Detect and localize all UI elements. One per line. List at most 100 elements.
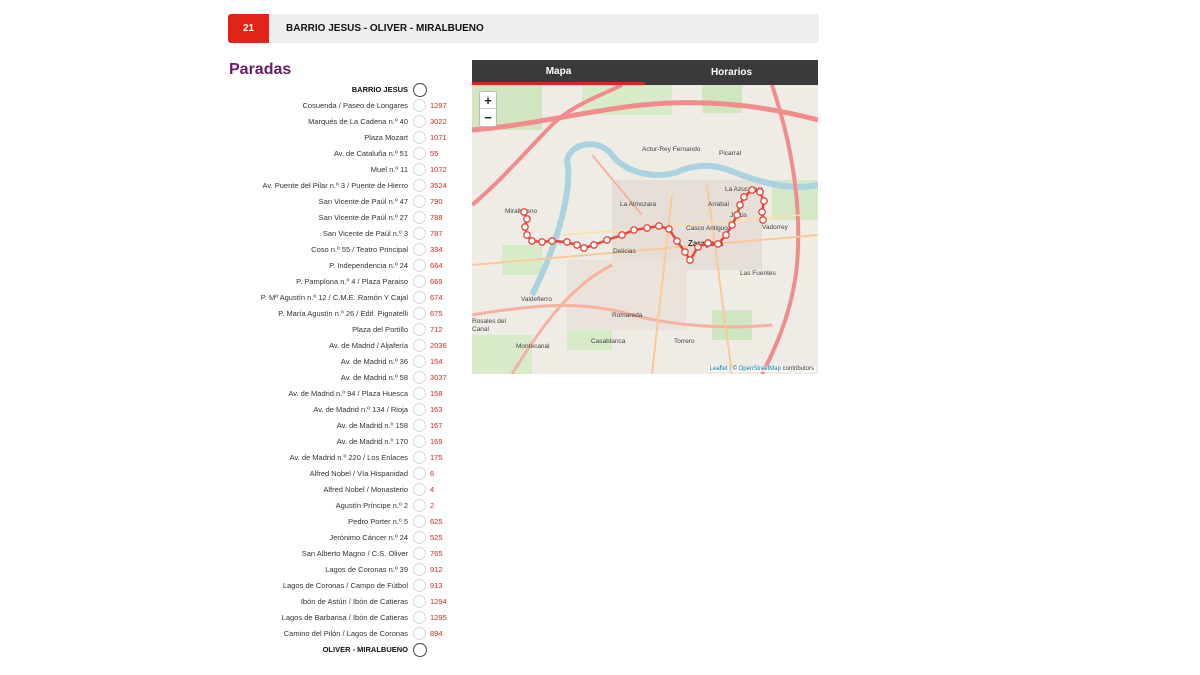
stop-circle-icon[interactable] — [413, 563, 426, 576]
route-stop-marker[interactable] — [756, 188, 764, 196]
stop-circle-icon[interactable] — [413, 275, 426, 288]
stop-row[interactable]: Av. de Madrid n.º 36 154 — [200, 354, 460, 370]
route-stop-marker[interactable] — [740, 193, 748, 201]
stop-circle-icon[interactable] — [413, 579, 426, 592]
route-stop-marker[interactable] — [523, 231, 531, 239]
stop-circle-icon[interactable] — [413, 451, 426, 464]
stop-row[interactable]: Ibón de Astún / Ibón de Catieras 1294 — [200, 594, 460, 610]
tab-schedules[interactable]: Horarios — [645, 60, 818, 85]
stop-row[interactable]: Alfred Nobel / Vía Hispanidad 6 — [200, 466, 460, 482]
route-stop-marker[interactable] — [548, 237, 556, 245]
leaflet-link[interactable]: Leaflet — [710, 366, 728, 372]
stop-row[interactable]: San Vicente de Paúl n.º 3 787 — [200, 226, 460, 242]
stop-circle-icon[interactable] — [413, 483, 426, 496]
route-stop-marker[interactable] — [528, 237, 536, 245]
stop-row[interactable]: Camino del Pilón / Lagos de Coronas 894 — [200, 626, 460, 642]
stop-row[interactable]: P. Mª Agustín n.º 12 / C.M.E. Ramón Y Ca… — [200, 290, 460, 306]
stop-row[interactable]: P. María Agustín n.º 26 / Edif. Pignatel… — [200, 306, 460, 322]
stop-row[interactable]: Av. Puente del Pilar n.º 3 / Puente de H… — [200, 178, 460, 194]
stop-circle-icon[interactable] — [413, 83, 427, 97]
stop-circle-icon[interactable] — [413, 115, 426, 128]
stop-circle-icon[interactable] — [413, 179, 426, 192]
route-stop-marker[interactable] — [760, 197, 768, 205]
osm-link[interactable]: OpenStreetMap — [739, 366, 781, 372]
stop-row[interactable]: Lagos de Coronas / Campo de Fútbol 913 — [200, 578, 460, 594]
stop-row[interactable]: Lagos de Coronas n.º 39 912 — [200, 562, 460, 578]
stop-row[interactable]: Av. de Madrid n.º 134 / Rioja 163 — [200, 402, 460, 418]
stop-circle-icon[interactable] — [413, 547, 426, 560]
stop-circle-icon[interactable] — [413, 243, 426, 256]
stop-circle-icon[interactable] — [413, 131, 426, 144]
stop-row[interactable]: San Vicente de Paúl n.º 27 788 — [200, 210, 460, 226]
stop-circle-icon[interactable] — [413, 595, 426, 608]
stop-circle-icon[interactable] — [413, 307, 426, 320]
route-stop-marker[interactable] — [520, 208, 528, 216]
stop-circle-icon[interactable] — [413, 211, 426, 224]
route-stop-marker[interactable] — [722, 231, 730, 239]
stop-circle-icon[interactable] — [413, 643, 427, 657]
route-stop-marker[interactable] — [733, 211, 741, 219]
stop-circle-icon[interactable] — [413, 259, 426, 272]
stop-row[interactable]: Av. de Madrid n.º 158 167 — [200, 418, 460, 434]
zoom-in-button[interactable]: + — [480, 92, 496, 109]
route-stop-marker[interactable] — [704, 239, 712, 247]
stop-circle-icon[interactable] — [413, 99, 426, 112]
stop-row[interactable]: Jerónimo Cáncer n.º 24 525 — [200, 530, 460, 546]
route-stop-marker[interactable] — [538, 238, 546, 246]
stop-circle-icon[interactable] — [413, 419, 426, 432]
route-stop-marker[interactable] — [673, 237, 681, 245]
stop-row[interactable]: San Alberto Magno / C.S. Oliver 765 — [200, 546, 460, 562]
stop-row[interactable]: Lagos de Barbarisa / Ibón de Catieras 129… — [200, 610, 460, 626]
route-stop-marker[interactable] — [643, 224, 651, 232]
stop-row[interactable]: Av. de Madrid / Aljafería 2036 — [200, 338, 460, 354]
stop-row[interactable]: Muel n.º 11 1072 — [200, 162, 460, 178]
route-stop-marker[interactable] — [728, 221, 736, 229]
stop-row[interactable]: Av. de Cataluña n.º 51 55 — [200, 146, 460, 162]
stop-row[interactable]: Av. de Madrid n.º 220 / Los Enlaces 175 — [200, 450, 460, 466]
stop-circle-icon[interactable] — [413, 515, 426, 528]
terminal-stop[interactable]: OLIVER - MIRALBUENO — [200, 642, 460, 658]
stop-row[interactable]: Av. de Madrid n.º 94 / Plaza Huesca 158 — [200, 386, 460, 402]
stop-circle-icon[interactable] — [413, 531, 426, 544]
route-stop-marker[interactable] — [748, 186, 756, 194]
stop-circle-icon[interactable] — [413, 323, 426, 336]
stop-row[interactable]: San Vicente de Paúl n.º 47 790 — [200, 194, 460, 210]
stop-circle-icon[interactable] — [413, 339, 426, 352]
stop-row[interactable]: Av. de Madrid n.º 170 169 — [200, 434, 460, 450]
tab-map[interactable]: Mapa — [472, 60, 645, 85]
stop-row[interactable]: Coso n.º 55 / Teatro Principal 334 — [200, 242, 460, 258]
route-stop-marker[interactable] — [714, 240, 722, 248]
route-stop-marker[interactable] — [655, 222, 663, 230]
route-stop-marker[interactable] — [563, 238, 571, 246]
zoom-out-button[interactable]: − — [480, 109, 496, 126]
route-stop-marker[interactable] — [758, 208, 766, 216]
route-stop-marker[interactable] — [686, 256, 694, 264]
stop-row[interactable]: P. Pamplona n.º 4 / Plaza Paraiso 669 — [200, 274, 460, 290]
route-stop-marker[interactable] — [580, 244, 588, 252]
stop-circle-icon[interactable] — [413, 499, 426, 512]
route-stop-marker[interactable] — [521, 223, 529, 231]
stop-row[interactable]: Cosuenda / Paseo de Longares 1297 — [200, 98, 460, 114]
route-stop-marker[interactable] — [665, 225, 673, 233]
stop-circle-icon[interactable] — [413, 435, 426, 448]
stop-row[interactable]: Marqués de La Cadena n.º 40 3022 — [200, 114, 460, 130]
stop-row[interactable]: Plaza Mozart 1071 — [200, 130, 460, 146]
stop-row[interactable]: Alfred Nobel / Monasterio 4 — [200, 482, 460, 498]
stop-circle-icon[interactable] — [413, 467, 426, 480]
stop-row[interactable]: Agustín Príncipe n.º 2 2 — [200, 498, 460, 514]
stop-circle-icon[interactable] — [413, 371, 426, 384]
stop-circle-icon[interactable] — [413, 611, 426, 624]
stop-row[interactable]: Plaza del Portillo 712 — [200, 322, 460, 338]
stop-circle-icon[interactable] — [413, 355, 426, 368]
stop-circle-icon[interactable] — [413, 387, 426, 400]
route-stop-marker[interactable] — [759, 216, 767, 224]
route-stop-marker[interactable] — [681, 248, 689, 256]
stop-circle-icon[interactable] — [413, 627, 426, 640]
route-stop-marker[interactable] — [736, 201, 744, 209]
route-stop-marker[interactable] — [694, 243, 702, 251]
stop-row[interactable]: P. Independencia n.º 24 664 — [200, 258, 460, 274]
terminal-stop[interactable]: BARRIO JESUS — [200, 82, 460, 98]
route-stop-marker[interactable] — [523, 215, 531, 223]
stop-circle-icon[interactable] — [413, 147, 426, 160]
route-stop-marker[interactable] — [603, 236, 611, 244]
